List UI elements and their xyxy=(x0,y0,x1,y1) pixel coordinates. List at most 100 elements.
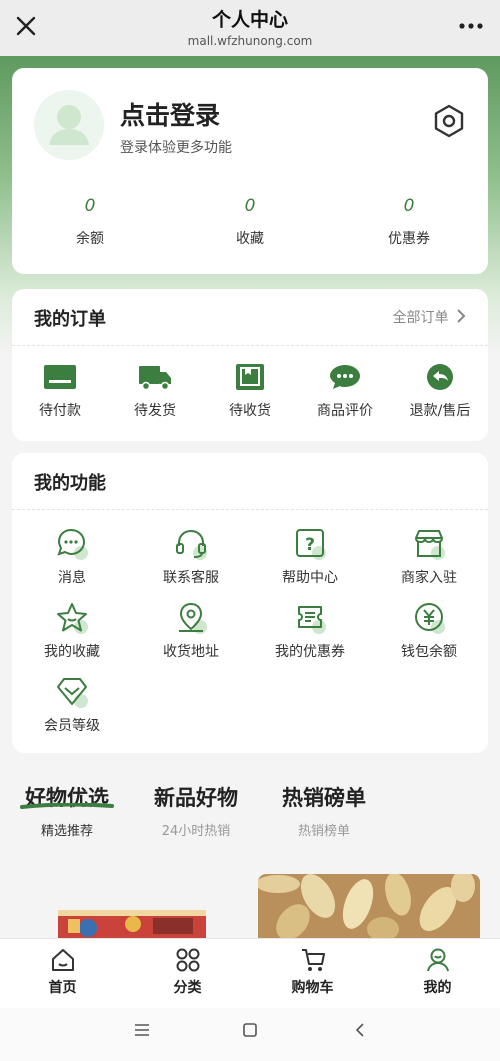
func-membership[interactable]: 会员等级 xyxy=(13,675,131,735)
star-icon xyxy=(57,603,88,634)
user-avatar-icon xyxy=(49,105,89,145)
bottom-tab-bar: 首页 分类 购物车 我的 xyxy=(0,938,500,1008)
tab-home[interactable]: 首页 xyxy=(0,947,125,997)
tab-featured[interactable]: 好物优选 精选推荐 xyxy=(20,782,114,839)
stat-label: 余额 xyxy=(76,231,104,247)
tab-cart[interactable]: 购物车 xyxy=(250,947,375,997)
store-icon xyxy=(415,530,445,560)
stat-favorites[interactable]: 0 收藏 xyxy=(190,196,310,248)
diamond-icon xyxy=(57,678,88,708)
func-label: 钱包余额 xyxy=(401,644,457,660)
stat-label: 收藏 xyxy=(236,231,264,247)
system-nav-bar xyxy=(0,1008,500,1061)
truck-icon xyxy=(139,366,171,391)
tab-subtitle: 精选推荐 xyxy=(40,824,93,839)
order-label: 商品评价 xyxy=(317,403,373,419)
settings-icon[interactable] xyxy=(432,104,466,138)
chevron-right-icon xyxy=(457,309,466,323)
order-label: 待收货 xyxy=(229,403,271,419)
func-favorites[interactable]: 我的收藏 xyxy=(13,601,131,661)
functions-card: 我的功能 消息 联系客服 ? 帮助中心 商家入驻 我的收藏 收货地址 我的优惠券… xyxy=(12,453,488,753)
stat-value: 0 xyxy=(84,196,96,216)
avatar[interactable] xyxy=(34,90,104,160)
order-pending-receipt[interactable]: 待收货 xyxy=(204,363,296,420)
tab-subtitle: 热销榜单 xyxy=(297,824,350,839)
tab-new-arrivals[interactable]: 新品好物 24小时热销 xyxy=(148,782,244,839)
active-tab-underline xyxy=(20,803,114,809)
help-icon: ? xyxy=(296,529,326,560)
tab-label: 我的 xyxy=(423,980,452,996)
user-icon xyxy=(426,948,449,972)
product-package-image xyxy=(58,910,206,938)
func-messages[interactable]: 消息 xyxy=(13,527,131,587)
comment-icon xyxy=(330,365,360,389)
tab-subtitle: 24小时热销 xyxy=(161,824,231,839)
cart-icon xyxy=(301,949,325,971)
func-coupons[interactable]: 我的优惠券 xyxy=(251,601,369,661)
divider xyxy=(12,509,488,510)
tab-mine[interactable]: 我的 xyxy=(375,947,500,997)
yen-icon xyxy=(415,603,445,634)
func-help[interactable]: ? 帮助中心 xyxy=(251,527,369,587)
svg-text:?: ? xyxy=(305,535,315,555)
stat-value: 0 xyxy=(244,196,256,216)
box-icon xyxy=(236,364,264,390)
login-subtitle: 登录体验更多功能 xyxy=(120,140,232,156)
headset-icon xyxy=(176,529,207,560)
return-icon xyxy=(427,364,453,390)
tab-title: 新品好物 xyxy=(154,786,238,810)
menu-icon[interactable] xyxy=(134,1022,150,1038)
card-icon xyxy=(44,365,76,389)
page-url: mall.wfzhunong.com xyxy=(187,34,313,48)
func-label: 联系客服 xyxy=(163,570,219,586)
back-icon[interactable] xyxy=(352,1022,368,1038)
func-label: 会员等级 xyxy=(44,718,100,734)
order-review[interactable]: 商品评价 xyxy=(299,363,391,420)
location-icon xyxy=(179,602,207,634)
func-label: 我的收藏 xyxy=(44,644,100,660)
tab-label: 购物车 xyxy=(291,980,334,996)
all-orders-link[interactable]: 全部订单 xyxy=(393,307,466,327)
stat-label: 优惠券 xyxy=(388,231,430,247)
order-refund[interactable]: 退款/售后 xyxy=(394,363,486,420)
func-label: 帮助中心 xyxy=(282,570,338,586)
func-label: 我的优惠券 xyxy=(275,644,345,660)
more-icon[interactable] xyxy=(456,14,486,38)
home-icon xyxy=(51,949,74,971)
stat-balance[interactable]: 0 余额 xyxy=(30,196,150,248)
func-wallet[interactable]: 钱包余额 xyxy=(370,601,488,661)
product-seeds-image xyxy=(258,874,480,938)
page-title: 个人中心 xyxy=(211,9,288,31)
order-pending-shipment[interactable]: 待发货 xyxy=(109,363,201,420)
product-image[interactable] xyxy=(58,910,206,938)
grid-icon xyxy=(176,948,199,972)
func-label: 商家入驻 xyxy=(401,570,457,586)
tab-category[interactable]: 分类 xyxy=(125,947,250,997)
func-merchant[interactable]: 商家入驻 xyxy=(370,527,488,587)
functions-title: 我的功能 xyxy=(34,473,106,494)
profile-card: 点击登录 登录体验更多功能 0 余额 0 收藏 0 优惠券 xyxy=(12,68,488,274)
home-square-icon[interactable] xyxy=(242,1022,258,1038)
orders-title: 我的订单 xyxy=(34,309,106,330)
order-pending-payment[interactable]: 待付款 xyxy=(14,363,106,420)
tab-best-sellers[interactable]: 热销磅单 热销榜单 xyxy=(276,782,372,839)
order-label: 待发货 xyxy=(134,403,176,419)
func-address[interactable]: 收货地址 xyxy=(132,601,250,661)
order-label: 待付款 xyxy=(39,403,81,419)
message-icon xyxy=(57,528,88,560)
all-orders-label: 全部订单 xyxy=(392,310,449,326)
func-label: 收货地址 xyxy=(163,644,219,660)
product-image[interactable] xyxy=(258,874,480,938)
tab-label: 分类 xyxy=(173,980,202,996)
order-label: 退款/售后 xyxy=(409,403,471,419)
top-bar: 个人中心 mall.wfzhunong.com xyxy=(0,0,500,56)
func-support[interactable]: 联系客服 xyxy=(132,527,250,587)
coupon-icon xyxy=(298,606,326,634)
stat-coupons[interactable]: 0 优惠券 xyxy=(349,196,469,248)
login-link[interactable]: 点击登录 xyxy=(120,96,220,132)
tab-title: 热销磅单 xyxy=(282,786,366,810)
tab-label: 首页 xyxy=(48,980,77,996)
func-label: 消息 xyxy=(58,570,86,586)
stat-value: 0 xyxy=(403,196,415,216)
divider xyxy=(12,345,488,346)
